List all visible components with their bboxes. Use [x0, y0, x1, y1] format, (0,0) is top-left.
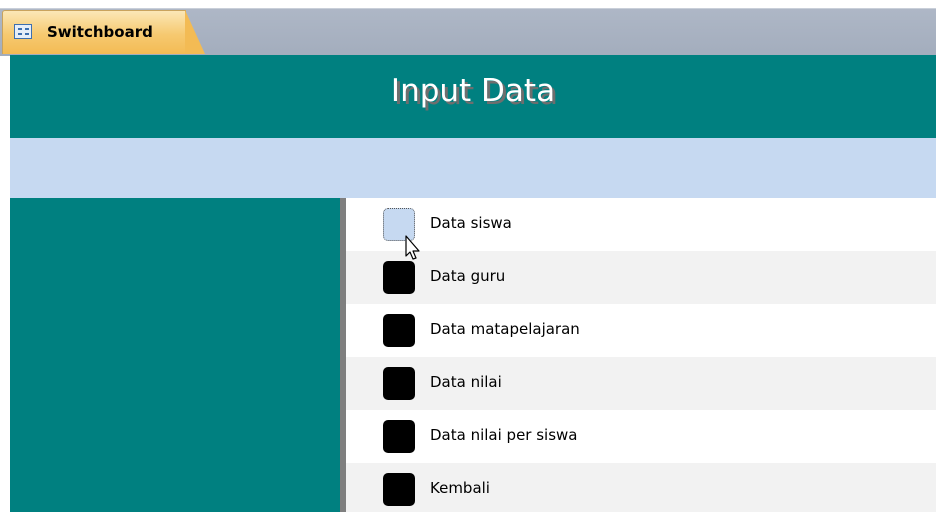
- menu-item-kembali[interactable]: Kembali: [346, 463, 936, 512]
- menu-button[interactable]: [383, 420, 415, 453]
- form-icon: [14, 24, 32, 39]
- app-window: Switchboard Input Data Data siswa Data g…: [0, 0, 942, 512]
- tab-label: Switchboard: [47, 23, 153, 41]
- switchboard-form: Input Data Data siswa Data guru Data mat…: [10, 55, 936, 512]
- tab-switchboard[interactable]: Switchboard: [2, 10, 205, 54]
- page-title: Input Data: [390, 73, 556, 109]
- menu-item-data-matapelajaran[interactable]: Data matapelajaran: [346, 304, 936, 357]
- document-tab-strip: Switchboard: [0, 0, 936, 56]
- menu-item-label[interactable]: Kembali: [430, 479, 490, 497]
- menu-item-label[interactable]: Data nilai: [430, 373, 502, 391]
- menu-item-data-nilai[interactable]: Data nilai: [346, 357, 936, 410]
- menu-item-label[interactable]: Data siswa: [430, 214, 512, 232]
- menu-button[interactable]: [383, 208, 415, 241]
- menu-item-data-nilai-per-siswa[interactable]: Data nilai per siswa: [346, 410, 936, 463]
- menu-button[interactable]: [383, 314, 415, 347]
- form-header: Input Data: [10, 55, 936, 138]
- menu-button[interactable]: [383, 473, 415, 506]
- left-panel: [10, 198, 340, 512]
- menu-item-data-guru[interactable]: Data guru: [346, 251, 936, 304]
- menu-item-data-siswa[interactable]: Data siswa: [346, 198, 936, 251]
- header-sub-band: [10, 138, 936, 198]
- menu-item-label[interactable]: Data guru: [430, 267, 505, 285]
- menu-button[interactable]: [383, 367, 415, 400]
- menu-item-label[interactable]: Data nilai per siswa: [430, 426, 578, 444]
- switchboard-menu: Data siswa Data guru Data matapelajaran …: [346, 198, 936, 512]
- menu-button[interactable]: [383, 261, 415, 294]
- menu-item-label[interactable]: Data matapelajaran: [430, 320, 580, 338]
